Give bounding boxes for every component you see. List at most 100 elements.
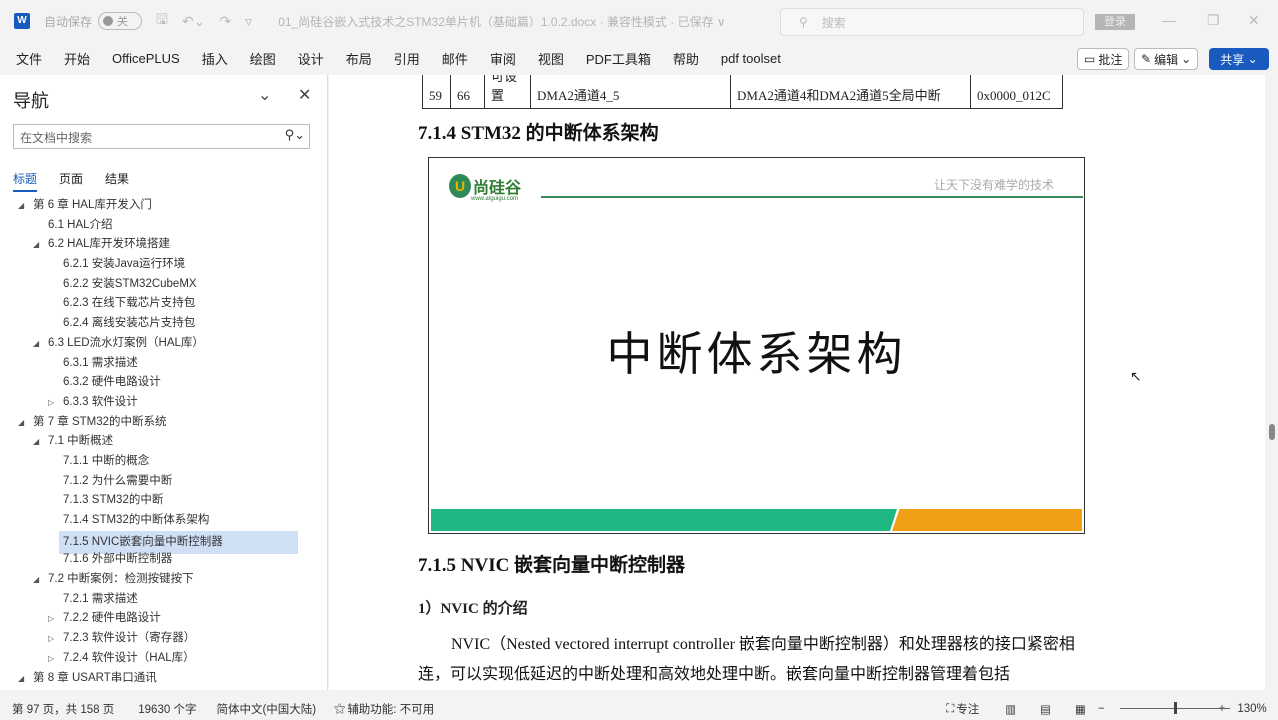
nav-item[interactable]: ◢ 第 8 章 USART串口通讯 bbox=[0, 669, 328, 689]
expand-arrow-icon[interactable]: ◢ bbox=[18, 196, 24, 216]
zoom-level[interactable]: 130% bbox=[1237, 703, 1266, 715]
nav-item[interactable]: 7.1.6 外部中断控制器 bbox=[0, 550, 328, 570]
tab-results[interactable]: 结果 bbox=[105, 170, 129, 192]
nav-item[interactable]: 6.3.1 需求描述 bbox=[0, 354, 328, 374]
nav-item[interactable]: 7.1.2 为什么需要中断 bbox=[0, 472, 328, 492]
ribbon-tab[interactable]: 设计 bbox=[298, 49, 324, 68]
redo-icon[interactable]: ↷ bbox=[219, 13, 231, 30]
customize-icon[interactable]: ▿ bbox=[245, 13, 252, 30]
nav-item-label: 7.2.3 软件设计（寄存器） bbox=[63, 632, 196, 645]
ribbon-tab[interactable]: 绘图 bbox=[250, 49, 276, 68]
expand-arrow-icon[interactable]: ◢ bbox=[18, 413, 24, 433]
nav-item[interactable]: 6.2.3 在线下载芯片支持包 bbox=[0, 294, 328, 314]
nav-item[interactable]: ◢ 6.3 LED流水灯案例（HAL库） bbox=[0, 334, 328, 354]
accessibility-icon: ⚝ bbox=[334, 702, 346, 715]
word-count[interactable]: 19630 个字 bbox=[138, 701, 196, 717]
nav-item-label: 6.3.3 软件设计 bbox=[63, 395, 138, 408]
login-button[interactable]: 登录 bbox=[1095, 14, 1135, 30]
collapse-arrow-icon[interactable]: ▷ bbox=[48, 629, 54, 649]
zoom-in-icon[interactable]: + bbox=[1219, 703, 1226, 715]
collapse-arrow-icon[interactable]: ▷ bbox=[48, 649, 54, 669]
minimize-icon[interactable]: — bbox=[1162, 12, 1176, 28]
ribbon-tab[interactable]: OfficePLUS bbox=[112, 51, 180, 66]
scrollbar-thumb[interactable] bbox=[1269, 424, 1275, 440]
nav-item[interactable]: 6.2.1 安装Java运行环境 bbox=[0, 255, 328, 275]
tab-headings[interactable]: 标题 bbox=[13, 170, 38, 192]
save-icon[interactable]: 🖫 bbox=[156, 9, 168, 33]
nav-item[interactable]: ▷ 6.3.3 软件设计 bbox=[0, 393, 328, 413]
nav-item[interactable]: 7.1.4 STM32的中断体系架构 bbox=[0, 511, 328, 531]
search-input[interactable]: ⚲ 搜索 bbox=[780, 8, 1084, 36]
nav-item[interactable]: ▷ 7.2.3 软件设计（寄存器） bbox=[0, 629, 328, 649]
nav-item-label: 7.1.6 外部中断控制器 bbox=[63, 553, 173, 566]
nav-item[interactable]: 7.1.1 中断的概念 bbox=[0, 452, 328, 472]
zoom-slider-thumb[interactable] bbox=[1174, 702, 1177, 714]
nav-item[interactable]: ◢ 第 7 章 STM32的中断系统 bbox=[0, 413, 328, 433]
nav-item-label: 6.2.4 离线安装芯片支持包 bbox=[63, 317, 196, 330]
expand-arrow-icon[interactable]: ◢ bbox=[18, 669, 24, 689]
vertical-scrollbar[interactable] bbox=[1265, 75, 1278, 690]
nav-search-input[interactable]: 在文档中搜索 ⚲⌄ bbox=[13, 124, 310, 149]
chevron-down-icon[interactable]: ⌄ bbox=[258, 85, 271, 105]
tab-pages[interactable]: 页面 bbox=[59, 170, 83, 192]
table-cell: DMA2通道4_5 bbox=[530, 75, 731, 109]
expand-arrow-icon[interactable]: ◢ bbox=[33, 570, 39, 590]
nav-item[interactable]: 6.2.2 安装STM32CubeMX bbox=[0, 275, 328, 295]
expand-arrow-icon[interactable]: ◢ bbox=[33, 432, 39, 452]
mouse-cursor-icon: ↖ bbox=[1130, 368, 1142, 384]
collapse-arrow-icon[interactable]: ▷ bbox=[48, 609, 54, 629]
undo-icon[interactable]: ↶⌄ bbox=[182, 13, 205, 30]
comment-button[interactable]: ▭ 批注 bbox=[1077, 48, 1130, 70]
ribbon-tab[interactable]: 引用 bbox=[394, 49, 420, 68]
logo-brand: 尚硅谷 bbox=[473, 180, 522, 197]
search-icon[interactable]: ⚲⌄ bbox=[285, 127, 305, 143]
language[interactable]: 简体中文(中国大陆) bbox=[216, 701, 316, 717]
nav-item[interactable]: ▷ 7.2.2 硬件电路设计 bbox=[0, 609, 328, 629]
nav-item[interactable]: 7.1.5 NVIC嵌套向量中断控制器 bbox=[0, 530, 328, 555]
edit-button[interactable]: ✎ 编辑 ⌄ bbox=[1134, 48, 1199, 70]
ribbon-tab[interactable]: 开始 bbox=[64, 49, 90, 68]
nav-item[interactable]: 7.2.1 需求描述 bbox=[0, 590, 328, 610]
close-icon[interactable]: ✕ bbox=[298, 85, 311, 105]
status-bar: 第 97 页，共 158 页 19630 个字 简体中文(中国大陆) ⚝ 辅助功… bbox=[0, 698, 1278, 720]
ribbon-tab[interactable]: PDF工具箱 bbox=[586, 49, 651, 68]
ribbon-tab[interactable]: 视图 bbox=[538, 49, 564, 68]
table-cell: 59 bbox=[422, 75, 451, 109]
share-button[interactable]: 共享 ⌄ bbox=[1209, 48, 1269, 70]
expand-arrow-icon[interactable]: ◢ bbox=[33, 334, 39, 354]
nav-item[interactable]: ◢ 7.2 中断案例：检测按键按下 bbox=[0, 570, 328, 590]
table-cell: 可设置 bbox=[484, 75, 531, 109]
page-count[interactable]: 第 97 页，共 158 页 bbox=[12, 701, 114, 717]
document-title[interactable]: 01_尚硅谷嵌入式技术之STM32单片机（基础篇）1.0.2.docx · 兼容… bbox=[278, 13, 726, 30]
nav-item[interactable]: ◢ 第 6 章 HAL库开发入门 bbox=[0, 196, 328, 216]
nav-item-label: 6.1 HAL介绍 bbox=[48, 218, 113, 231]
nav-item[interactable]: 7.1.3 STM32的中断 bbox=[0, 491, 328, 511]
nav-item-label: 7.2.1 需求描述 bbox=[63, 592, 138, 605]
print-layout-icon[interactable]: ▤ bbox=[1040, 702, 1051, 716]
nav-item[interactable]: 6.2.4 离线安装芯片支持包 bbox=[0, 314, 328, 334]
nav-item[interactable]: ◢ 6.2 HAL库开发环境搭建 bbox=[0, 235, 328, 255]
restore-icon[interactable]: ❐ bbox=[1207, 12, 1220, 29]
collapse-arrow-icon[interactable]: ▷ bbox=[48, 393, 54, 413]
ribbon-tab[interactable]: pdf toolset bbox=[721, 51, 781, 66]
ribbon-tab[interactable]: 布局 bbox=[346, 49, 372, 68]
ribbon-tab[interactable]: 审阅 bbox=[490, 49, 516, 68]
zoom-slider[interactable] bbox=[1120, 702, 1230, 714]
nav-item[interactable]: ◢ 7.1 中断概述 bbox=[0, 432, 328, 452]
ribbon-tab[interactable]: 插入 bbox=[202, 49, 228, 68]
ribbon-tab[interactable]: 帮助 bbox=[673, 49, 699, 68]
close-window-icon[interactable]: ✕ bbox=[1248, 12, 1260, 29]
nav-item-label: 7.1.1 中断的概念 bbox=[63, 454, 150, 467]
nav-item[interactable]: 6.1 HAL介绍 bbox=[0, 216, 328, 236]
autosave-toggle[interactable]: 关 bbox=[98, 12, 143, 30]
accessibility-status[interactable]: 辅助功能: 不可用 bbox=[347, 701, 434, 717]
web-layout-icon[interactable]: ▦ bbox=[1075, 702, 1086, 716]
focus-button[interactable]: 专注 bbox=[956, 701, 979, 717]
nav-item[interactable]: 6.3.2 硬件电路设计 bbox=[0, 373, 328, 393]
ribbon-tab[interactable]: 邮件 bbox=[442, 49, 468, 68]
read-mode-icon[interactable]: ▥ bbox=[1005, 702, 1016, 716]
nav-item[interactable]: ▷ 7.2.4 软件设计（HAL库） bbox=[0, 649, 328, 669]
ribbon-tab[interactable]: 文件 bbox=[16, 49, 42, 68]
zoom-out-icon[interactable]: − bbox=[1098, 703, 1105, 715]
expand-arrow-icon[interactable]: ◢ bbox=[33, 235, 39, 255]
